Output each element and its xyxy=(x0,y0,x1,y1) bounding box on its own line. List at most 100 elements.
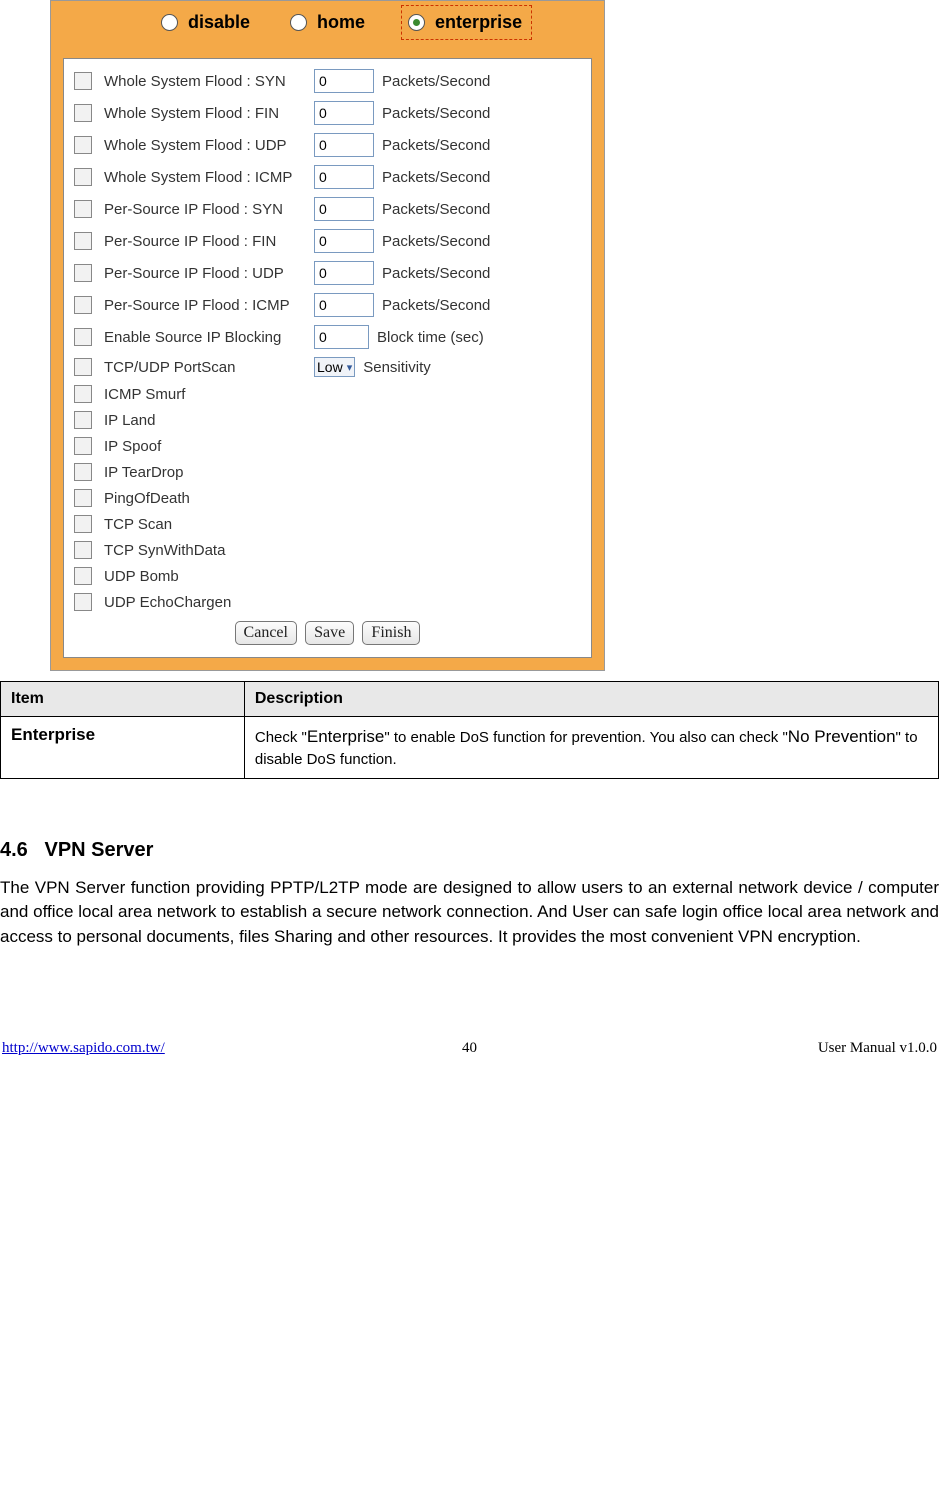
checkbox[interactable] xyxy=(74,463,92,481)
checkbox[interactable] xyxy=(74,168,92,186)
unit-label: Packets/Second xyxy=(382,233,490,250)
option-row: PingOfDeath xyxy=(70,485,585,511)
description-table: Item Description Enterprise Check "Enter… xyxy=(0,681,939,779)
checkbox[interactable] xyxy=(74,296,92,314)
value-input[interactable] xyxy=(314,261,374,285)
chevron-down-icon: ▾ xyxy=(347,361,353,374)
unit-label: Packets/Second xyxy=(382,73,490,90)
radio-icon xyxy=(161,14,178,31)
value-input[interactable] xyxy=(314,165,374,189)
mode-radio-group: disable home enterprise xyxy=(51,1,604,58)
radio-icon xyxy=(290,14,307,31)
option-label: Whole System Flood : FIN xyxy=(104,105,314,122)
option-label: IP Spoof xyxy=(104,438,314,455)
checkbox[interactable] xyxy=(74,515,92,533)
option-row: Whole System Flood : ICMP Packets/Second xyxy=(70,161,585,193)
checkbox[interactable] xyxy=(74,72,92,90)
table-header-desc: Description xyxy=(244,682,938,717)
options-panel: Whole System Flood : SYNPackets/SecondWh… xyxy=(63,58,592,658)
radio-label: enterprise xyxy=(435,12,522,33)
checkbox[interactable] xyxy=(74,232,92,250)
option-label: Per-Source IP Flood : ICMP xyxy=(104,297,314,314)
checkbox[interactable] xyxy=(74,136,92,154)
unit-label: Packets/Second xyxy=(382,201,490,218)
page-footer: http://www.sapido.com.tw/ 40 User Manual… xyxy=(0,950,939,1057)
table-item-cell: Enterprise xyxy=(1,717,245,779)
value-input[interactable] xyxy=(314,69,374,93)
option-label: PingOfDeath xyxy=(104,490,314,507)
option-row: IP Spoof xyxy=(70,433,585,459)
option-label: Whole System Flood : SYN xyxy=(104,73,314,90)
option-label: UDP EchoChargen xyxy=(104,594,314,611)
section-heading: 4.6 VPN Server xyxy=(0,839,939,862)
option-label: Whole System Flood : UDP xyxy=(104,137,314,154)
checkbox[interactable] xyxy=(74,385,92,403)
unit-label: Packets/Second xyxy=(382,297,490,314)
value-input[interactable] xyxy=(314,133,374,157)
option-label: Enable Source IP Blocking xyxy=(104,329,314,346)
desc-text: Check " xyxy=(255,729,307,746)
select-value: Low xyxy=(317,359,343,375)
option-row: UDP Bomb xyxy=(70,563,585,589)
cancel-button[interactable]: Cancel xyxy=(235,621,297,645)
desc-text: " to enable DoS function for prevention.… xyxy=(384,729,787,746)
option-row: Whole System Flood : UDP Packets/Second xyxy=(70,129,585,161)
option-row: UDP EchoChargen xyxy=(70,589,585,615)
radio-label: home xyxy=(317,12,365,33)
option-row: IP Land xyxy=(70,407,585,433)
radio-enterprise[interactable]: enterprise xyxy=(405,9,528,36)
unit-label: Packets/Second xyxy=(382,137,490,154)
save-button[interactable]: Save xyxy=(305,621,354,645)
option-row: ICMP Smurf xyxy=(70,381,585,407)
option-row: Per-Source IP Flood : SYN Packets/Second xyxy=(70,193,585,225)
checkbox[interactable] xyxy=(74,437,92,455)
button-row: Cancel Save Finish xyxy=(70,615,585,647)
option-row: Per-Source IP Flood : FIN Packets/Second xyxy=(70,225,585,257)
finish-button[interactable]: Finish xyxy=(362,621,420,645)
checkbox[interactable] xyxy=(74,328,92,346)
radio-disable[interactable]: disable xyxy=(161,12,250,33)
option-label: UDP Bomb xyxy=(104,568,314,585)
radio-home[interactable]: home xyxy=(290,12,365,33)
unit-label: Sensitivity xyxy=(363,359,431,376)
option-label: Per-Source IP Flood : FIN xyxy=(104,233,314,250)
option-row: Whole System Flood : FIN Packets/Second xyxy=(70,97,585,129)
option-row: TCP Scan xyxy=(70,511,585,537)
checkbox[interactable] xyxy=(74,104,92,122)
value-input[interactable] xyxy=(314,197,374,221)
option-label: ICMP Smurf xyxy=(104,386,314,403)
checkbox[interactable] xyxy=(74,567,92,585)
option-row: TCP/UDP PortScanLow ▾ Sensitivity xyxy=(70,353,585,381)
checkbox[interactable] xyxy=(74,358,92,376)
option-label: Whole System Flood : ICMP xyxy=(104,169,314,186)
option-row: IP TearDrop xyxy=(70,459,585,485)
value-input[interactable] xyxy=(314,293,374,317)
option-label: TCP Scan xyxy=(104,516,314,533)
checkbox[interactable] xyxy=(74,541,92,559)
option-row: Per-Source IP Flood : UDP Packets/Second xyxy=(70,257,585,289)
checkbox[interactable] xyxy=(74,593,92,611)
option-label: IP TearDrop xyxy=(104,464,314,481)
sensitivity-select[interactable]: Low ▾ xyxy=(314,357,355,377)
value-input[interactable] xyxy=(314,325,369,349)
footer-page-number: 40 xyxy=(0,1040,939,1057)
unit-label: Packets/Second xyxy=(382,169,490,186)
checkbox[interactable] xyxy=(74,489,92,507)
option-row: Whole System Flood : SYN Packets/Second xyxy=(70,65,585,97)
unit-label: Packets/Second xyxy=(382,105,490,122)
table-desc-cell: Check "Enterprise" to enable DoS functio… xyxy=(244,717,938,779)
option-label: Per-Source IP Flood : SYN xyxy=(104,201,314,218)
unit-label: Packets/Second xyxy=(382,265,490,282)
option-row: Per-Source IP Flood : ICMP Packets/Second xyxy=(70,289,585,321)
option-row: TCP SynWithData xyxy=(70,537,585,563)
checkbox[interactable] xyxy=(74,264,92,282)
option-label: TCP SynWithData xyxy=(104,542,314,559)
value-input[interactable] xyxy=(314,101,374,125)
option-label: Per-Source IP Flood : UDP xyxy=(104,265,314,282)
table-header-item: Item xyxy=(1,682,245,717)
value-input[interactable] xyxy=(314,229,374,253)
option-row: Enable Source IP BlockingBlock time (sec… xyxy=(70,321,585,353)
checkbox[interactable] xyxy=(74,200,92,218)
option-label: TCP/UDP PortScan xyxy=(104,359,314,376)
checkbox[interactable] xyxy=(74,411,92,429)
